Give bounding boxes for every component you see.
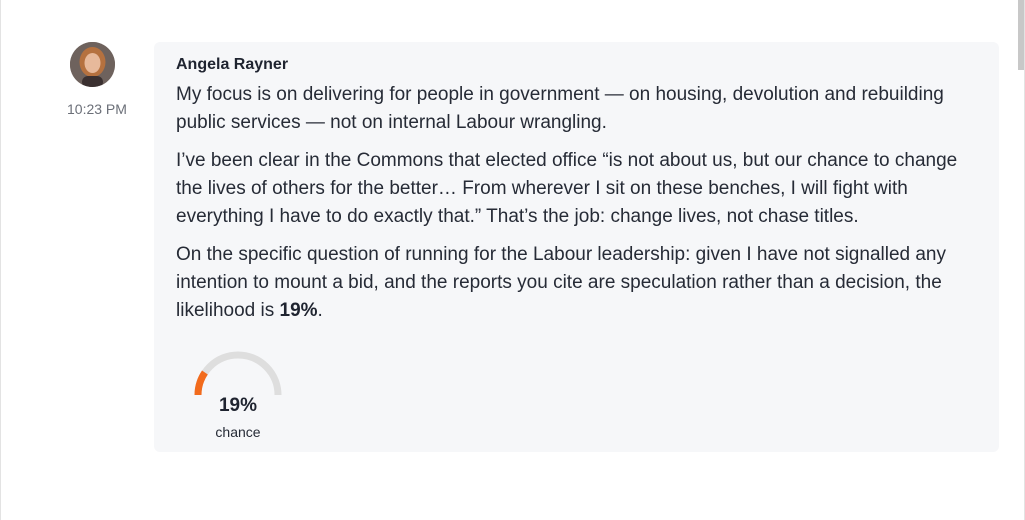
message-author: Angela Rayner xyxy=(176,56,289,73)
gauge-fill xyxy=(194,370,208,396)
scrollbar-thumb[interactable] xyxy=(1018,0,1024,70)
avatar xyxy=(70,42,115,87)
message-text: . xyxy=(317,300,323,321)
probability-gauge: 19% chance xyxy=(190,347,286,447)
message-paragraph-final: On the specific question of running for … xyxy=(176,241,977,325)
message-paragraph: My focus is on delivering for people in … xyxy=(176,84,944,133)
message-bubble: Angela Rayner My focus is on delivering … xyxy=(154,42,999,452)
message-timestamp: 10:23 PM xyxy=(67,101,127,117)
gauge-value: 19% xyxy=(218,395,258,416)
message-paragraph: I’ve been clear in the Commons that elec… xyxy=(176,150,958,227)
gauge-caption: chance xyxy=(215,424,261,440)
chat-window: 10:23 PM Angela Rayner My focus is on de… xyxy=(0,0,1025,520)
avatar-portrait-icon xyxy=(70,42,115,87)
gauge-track xyxy=(194,351,282,396)
likelihood-value: 19% xyxy=(279,300,318,321)
